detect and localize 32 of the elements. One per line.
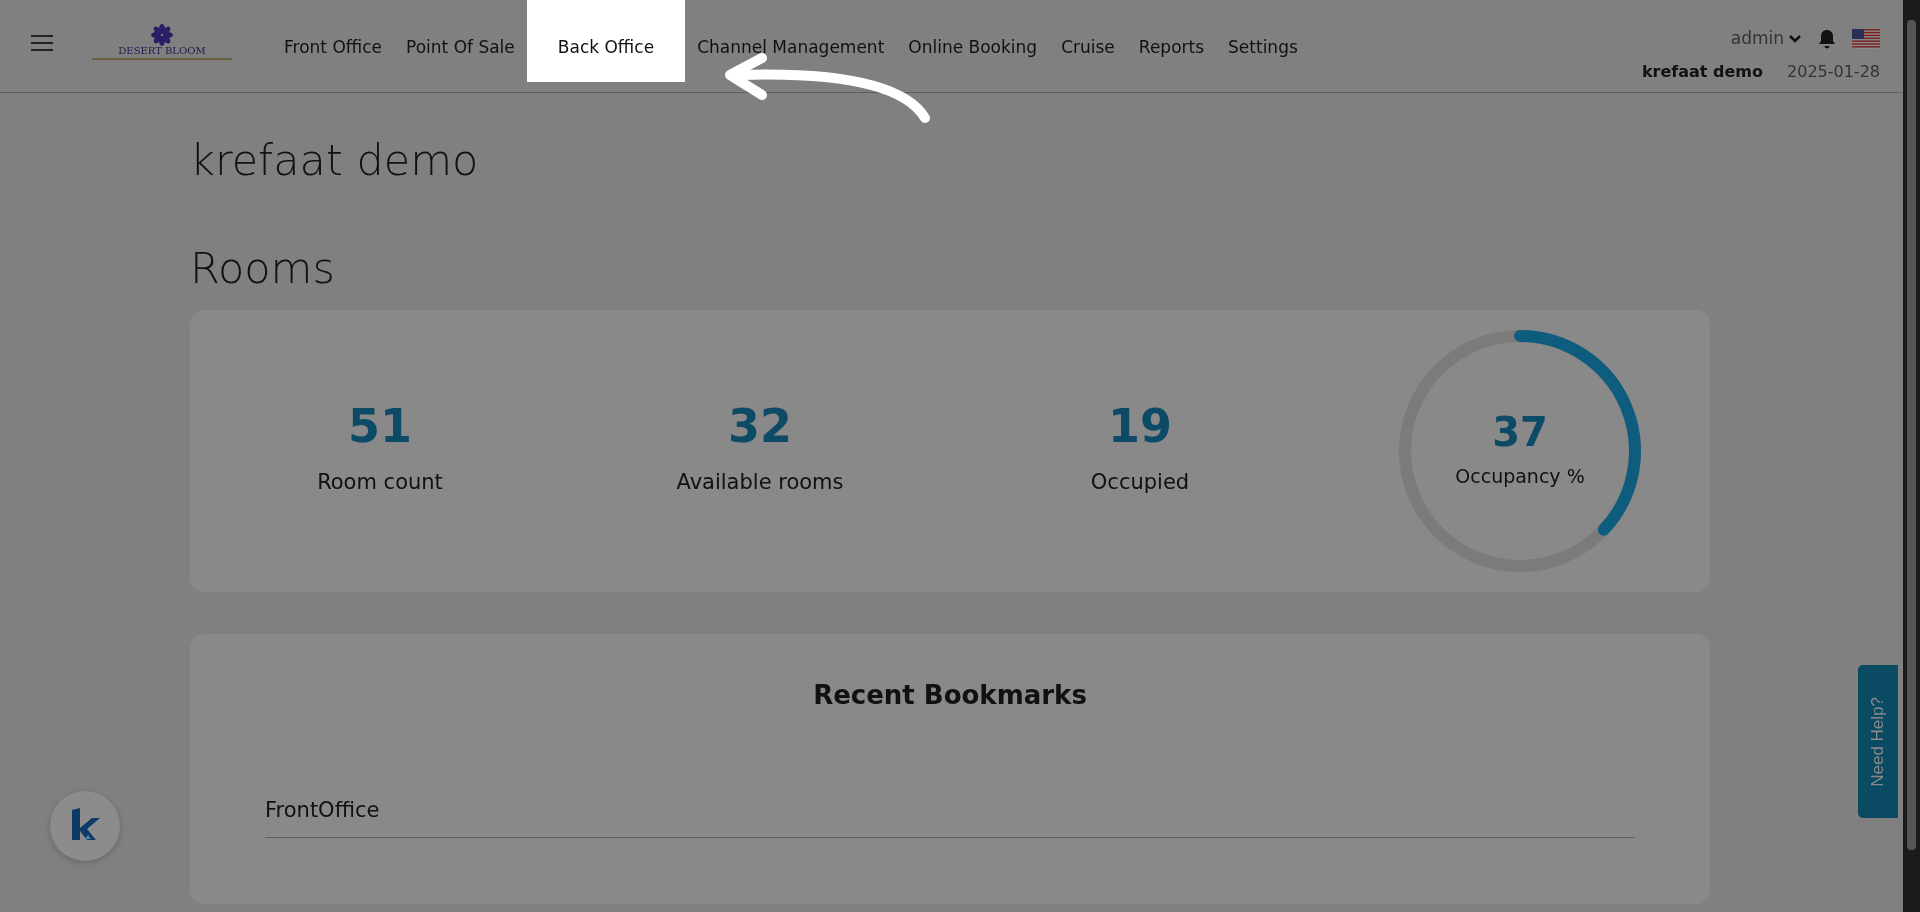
nav-link[interactable]: Back Office [526, 0, 686, 82]
section-title: Rooms [190, 242, 336, 295]
stat-value: 51 [348, 403, 412, 450]
flower-icon [149, 24, 175, 46]
user-menu[interactable]: admin [1730, 26, 1802, 52]
flag-icon[interactable] [1852, 28, 1880, 49]
stat-value: 19 [1108, 403, 1172, 450]
chevron-down-icon [1788, 33, 1802, 44]
nav-link[interactable]: Point Of Sale [394, 0, 527, 82]
stat-label: Occupied [1090, 469, 1190, 497]
nav-link[interactable]: Cruise [1049, 0, 1127, 82]
stat-value: 32 [728, 403, 792, 450]
hotel-name: krefaat demo [1641, 60, 1763, 83]
scrollbar[interactable] [1903, 0, 1920, 912]
stat-label: Available rooms [676, 469, 844, 497]
nav-link[interactable]: Reports [1126, 0, 1217, 82]
stat-label: Occupancy % [1455, 463, 1585, 489]
logo-text: DESERT BLOOM [118, 46, 206, 56]
nav-link[interactable]: Settings [1216, 0, 1310, 82]
card-title: Recent Bookmarks [812, 679, 1088, 713]
stat-value: 37 [1492, 411, 1548, 452]
nav-link[interactable]: Channel Management [685, 0, 897, 82]
date-text: 2025-01-28 [1787, 60, 1880, 83]
nav-link[interactable]: Front Office [272, 0, 395, 82]
scrollbar-thumb[interactable] [1907, 20, 1916, 850]
page-title: krefaat demo [190, 135, 480, 187]
chat-launcher[interactable] [50, 791, 120, 861]
bell-icon[interactable] [1818, 28, 1836, 49]
nav-link[interactable]: Online Booking [896, 0, 1050, 82]
stat-label: Room count [317, 469, 443, 497]
bookmark-item[interactable]: FrontOffice [265, 795, 1635, 838]
help-tab[interactable]: Need Help? [1858, 665, 1898, 818]
